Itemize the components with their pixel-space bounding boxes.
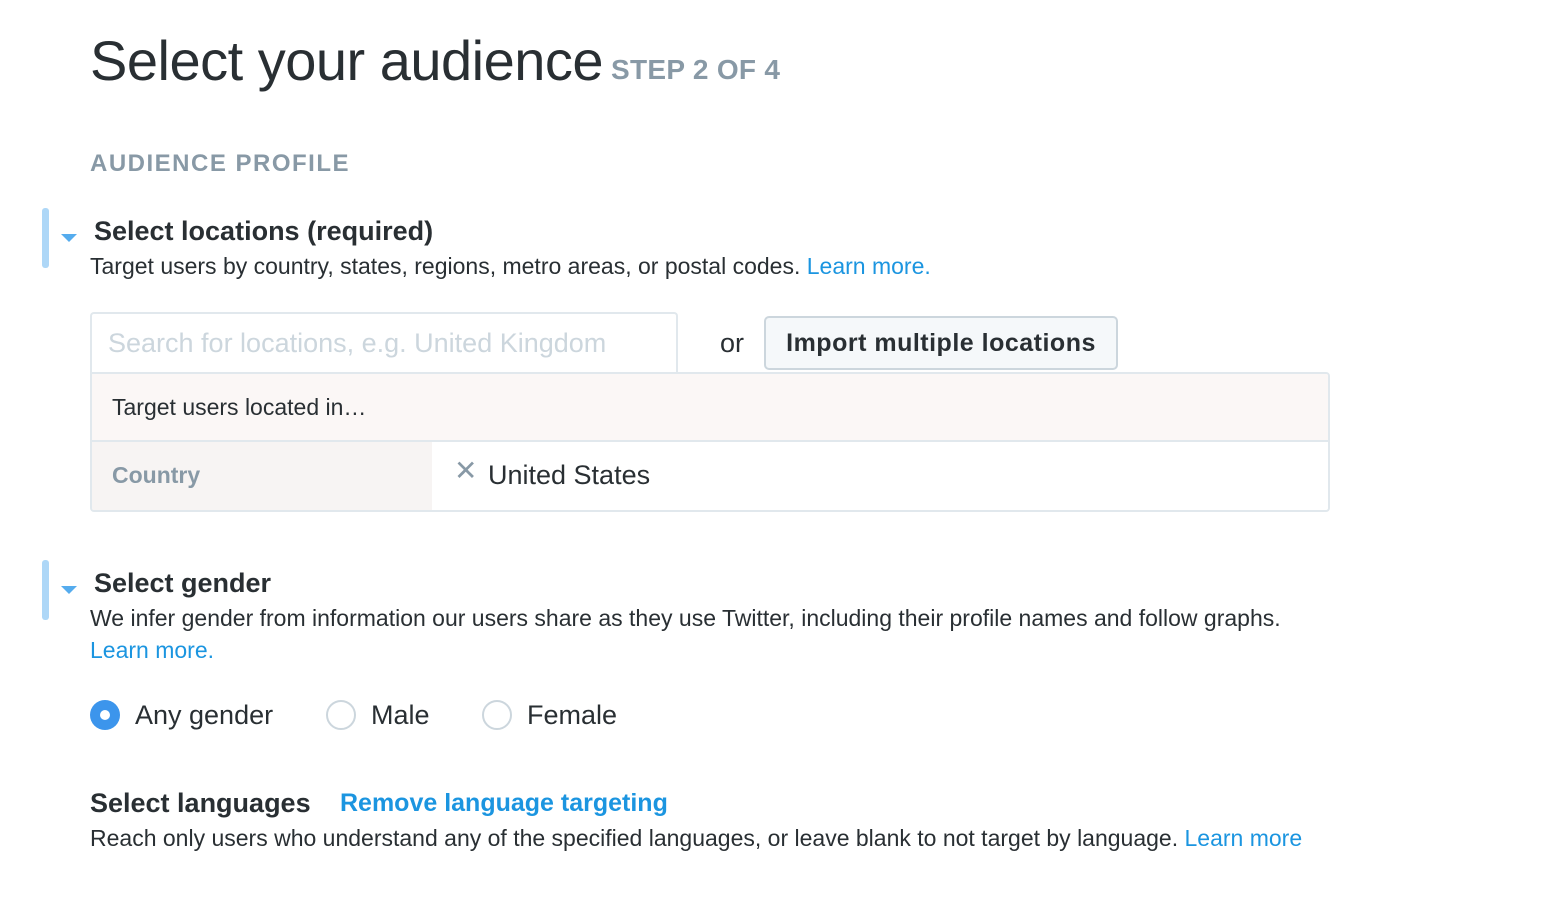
targeted-locations-panel: Target users located in… Country ✕ Unite… bbox=[90, 372, 1330, 512]
remove-language-targeting-link[interactable]: Remove language targeting bbox=[340, 789, 668, 818]
location-row-type: Country bbox=[112, 462, 201, 488]
location-row-label-cell: Country bbox=[92, 442, 432, 510]
radio-female-icon[interactable] bbox=[482, 700, 512, 730]
radio-any-gender-label: Any gender bbox=[135, 699, 274, 730]
section-label-audience-profile: AUDIENCE PROFILE bbox=[90, 150, 351, 177]
radio-any-gender-selected-icon[interactable] bbox=[90, 700, 120, 730]
gender-description-text: We infer gender from information our use… bbox=[90, 605, 1281, 631]
languages-description-text: Reach only users who understand any of t… bbox=[90, 825, 1179, 851]
location-row-value: United States bbox=[488, 460, 651, 490]
page-title: Select your audience bbox=[90, 29, 604, 92]
import-multiple-locations-button[interactable]: Import multiple locations bbox=[764, 316, 1118, 370]
gender-description: We infer gender from information our use… bbox=[90, 602, 1290, 666]
radio-any-gender[interactable]: Any gender bbox=[90, 698, 273, 732]
languages-description: Reach only users who understand any of t… bbox=[90, 822, 1320, 854]
languages-title: Select languages bbox=[90, 788, 311, 818]
radio-male-label: Male bbox=[371, 699, 430, 730]
locations-description-text: Target users by country, states, regions… bbox=[90, 253, 801, 279]
step-indicator: STEP 2 OF 4 bbox=[611, 54, 781, 85]
caret-down-icon[interactable] bbox=[61, 586, 77, 594]
targeted-locations-header-text: Target users located in… bbox=[112, 394, 367, 420]
or-separator: or bbox=[720, 328, 745, 358]
targeted-locations-header: Target users located in… bbox=[92, 374, 1328, 442]
radio-male[interactable]: Male bbox=[326, 698, 430, 732]
radio-female[interactable]: Female bbox=[482, 698, 617, 732]
remove-location-icon[interactable]: ✕ bbox=[454, 457, 477, 485]
gender-learn-more-link[interactable]: Learn more. bbox=[90, 637, 214, 663]
languages-learn-more-link[interactable]: Learn more bbox=[1185, 825, 1303, 851]
locations-accent-bar bbox=[42, 208, 49, 268]
radio-male-icon[interactable] bbox=[326, 700, 356, 730]
gender-title: Select gender bbox=[94, 568, 272, 598]
location-search-input[interactable] bbox=[90, 312, 678, 372]
caret-down-icon[interactable] bbox=[61, 234, 77, 242]
locations-description: Target users by country, states, regions… bbox=[90, 250, 1310, 282]
radio-female-label: Female bbox=[527, 699, 618, 730]
locations-learn-more-link[interactable]: Learn more. bbox=[807, 253, 931, 279]
locations-title: Select locations (required) bbox=[94, 216, 434, 246]
gender-accent-bar bbox=[42, 560, 49, 620]
